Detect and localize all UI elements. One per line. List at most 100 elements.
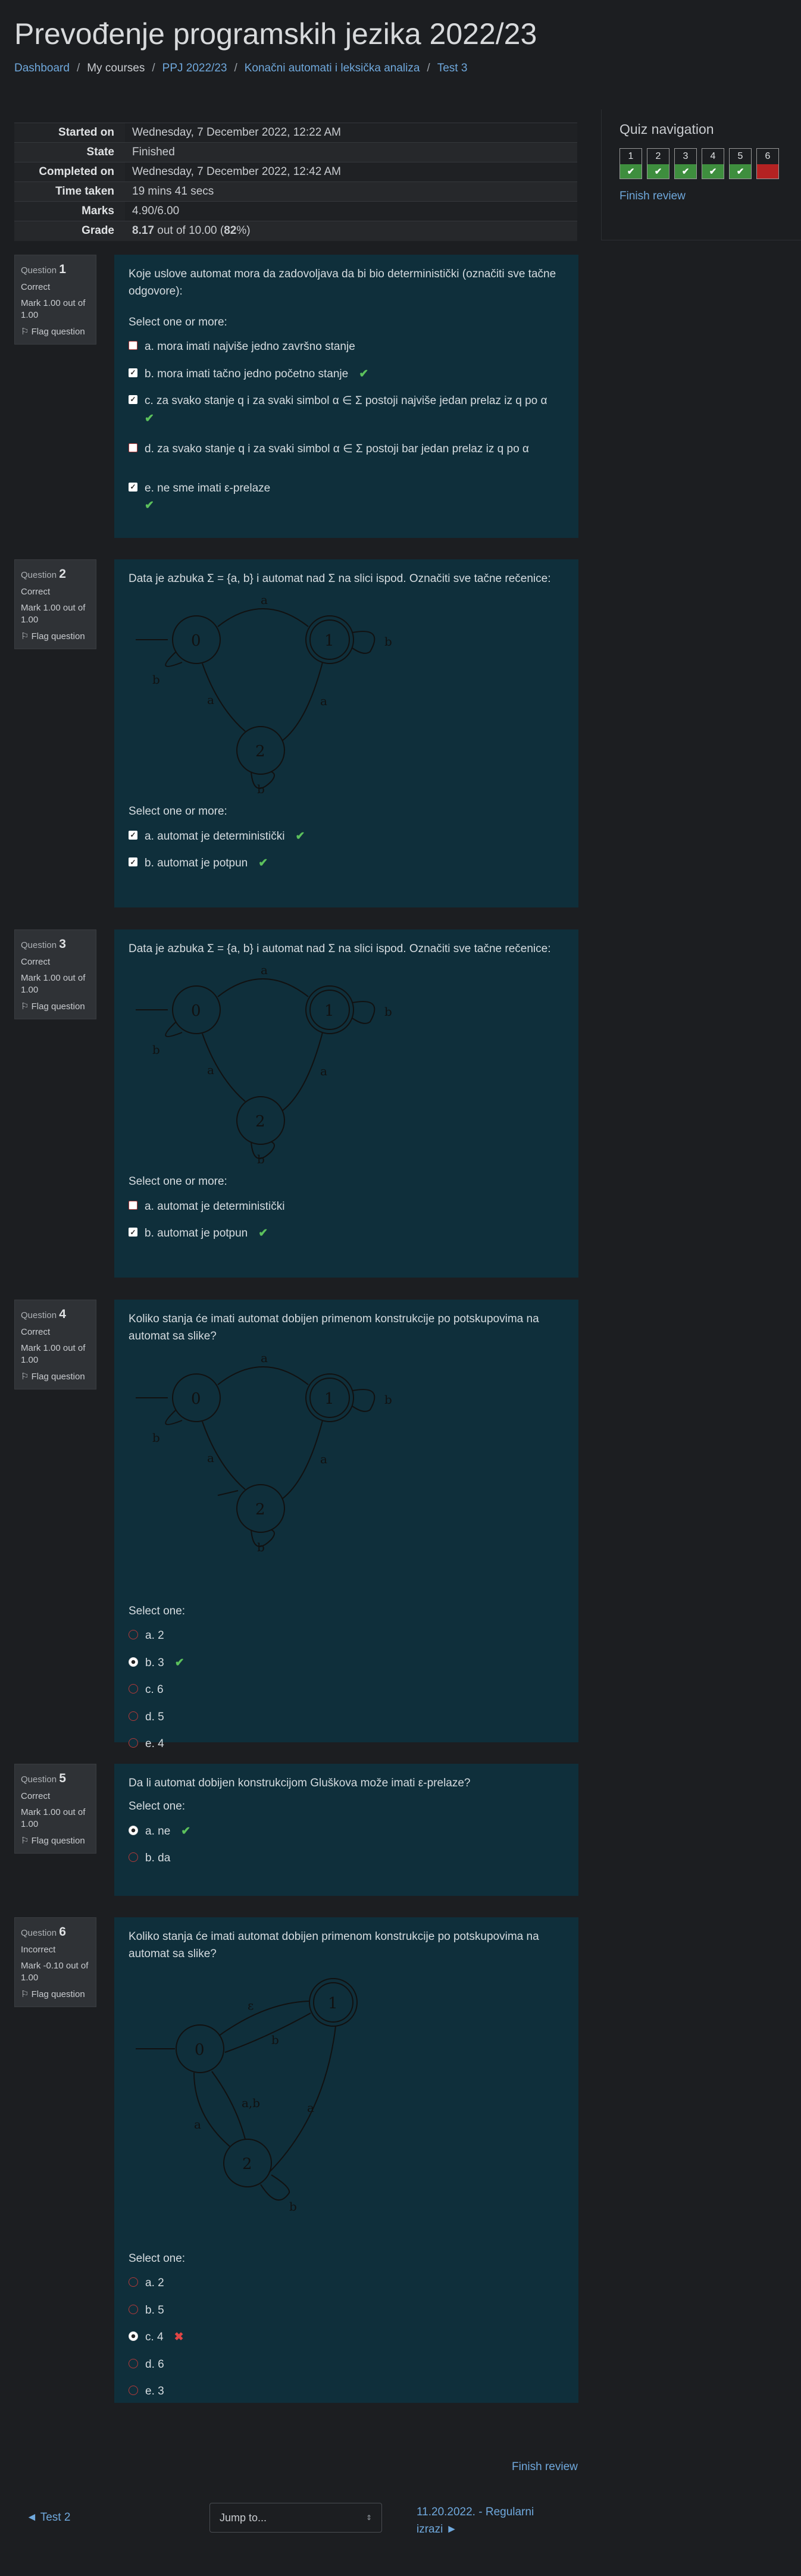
flag-question-button[interactable]: ⚐ Flag question xyxy=(21,326,90,338)
question-4: Koliko stanja će imati automat dobijen p… xyxy=(114,1300,578,1750)
flag-question-button[interactable]: ⚐ Flag question xyxy=(21,1989,90,2001)
answer-option[interactable]: a. 2 xyxy=(129,1627,564,1644)
quiz-nav-button-1[interactable]: 1 ✔ xyxy=(619,148,642,179)
answer-option[interactable]: b. 5 xyxy=(129,2302,564,2319)
answer-option[interactable]: b. 3 ✔ xyxy=(129,1654,564,1672)
quiz-nav-button-2[interactable]: 2 ✔ xyxy=(647,148,669,179)
answer-option[interactable]: a. mora imati najviše jedno završno stan… xyxy=(129,338,564,355)
radio-button[interactable] xyxy=(129,1630,138,1640)
question-state: Correct xyxy=(21,587,51,597)
radio-button[interactable] xyxy=(129,1738,138,1748)
checkbox[interactable]: ✓ xyxy=(129,830,137,840)
question-text: Data je azbuka Σ = {a, b} i automat nad … xyxy=(129,943,551,955)
checkbox[interactable]: ✓ xyxy=(129,1228,137,1237)
breadcrumb-section[interactable]: Konačni automati i leksička analiza xyxy=(245,62,420,74)
flag-question-button[interactable]: ⚐ Flag question xyxy=(21,1835,90,1847)
answer-option[interactable]: e. 4 xyxy=(129,1735,564,1752)
checkbox[interactable] xyxy=(129,341,137,350)
automaton-diagram: 0 1 2 a b b a a b xyxy=(136,1351,392,1554)
checkbox[interactable]: ✓ xyxy=(129,482,137,492)
quiz-nav-button-6[interactable]: 6 xyxy=(756,148,779,179)
answer-option[interactable]: a. 2 xyxy=(129,2274,564,2292)
summary-label: State xyxy=(14,142,125,162)
correct-icon: ✔ xyxy=(675,164,696,179)
flag-question-button[interactable]: ⚐ Flag question xyxy=(21,1001,90,1013)
correct-icon: ✔ xyxy=(620,164,642,179)
answer-option[interactable]: b. da xyxy=(129,1849,564,1867)
radio-button[interactable] xyxy=(129,2386,138,2396)
question-6: Koliko stanja će imati automat dobijen p… xyxy=(114,1917,578,2403)
summary-row: State Finished xyxy=(14,142,577,162)
question-mark: Mark -0.10 out of 1.00 xyxy=(21,1960,89,1983)
radio-button[interactable] xyxy=(129,2277,138,2287)
question-state: Correct xyxy=(21,957,51,968)
checkbox[interactable] xyxy=(129,443,137,453)
radio-button[interactable] xyxy=(129,1825,138,1835)
answer-option[interactable]: ✓ b. mora imati tačno jedno početno stanj… xyxy=(129,365,564,383)
quiz-nav-number: 5 xyxy=(737,151,743,161)
answer-option[interactable]: d. 6 xyxy=(129,2356,564,2373)
flag-question-button[interactable]: ⚐ Flag question xyxy=(21,631,90,643)
radio-button[interactable] xyxy=(129,2331,138,2342)
summary-label: Marks xyxy=(14,201,125,221)
question-text: Koliko stanja će imati automat dobijen p… xyxy=(129,1930,539,1961)
summary-row: Started on Wednesday, 7 December 2022, 12… xyxy=(14,123,577,143)
grade-percent: 82 xyxy=(224,224,237,237)
answer-option[interactable]: d. 5 xyxy=(129,1708,564,1726)
correct-icon: ✔ xyxy=(181,1824,191,1838)
edge-label: a xyxy=(320,1064,327,1078)
answer-option[interactable]: ✓ b. automat je potpun ✔ xyxy=(129,1225,564,1242)
edge-label: a xyxy=(194,2117,201,2131)
question-1: Koje uslove automat mora da zadovoljava … xyxy=(114,255,578,538)
previous-activity-link[interactable]: ◄ Test 2 xyxy=(26,2511,70,2524)
question-info-1: Question 1 Correct Mark 1.00 out of 1.00… xyxy=(14,255,96,345)
breadcrumb-dashboard[interactable]: Dashboard xyxy=(14,62,70,74)
answer-option[interactable]: a. ne ✔ xyxy=(129,1823,564,1840)
answer-option[interactable]: ✓ c. za svako stanje q i za svaki simbol … xyxy=(129,392,564,427)
checkbox[interactable] xyxy=(129,1200,137,1210)
question-prompt: Select one: xyxy=(129,1800,186,1813)
question-mark: Mark 1.00 out of 1.00 xyxy=(21,602,86,625)
answer-option[interactable]: e. 3 xyxy=(129,2383,564,2400)
next-activity-link[interactable]: 11.20.2022. - Regularni izrazi ► xyxy=(417,2504,536,2538)
finish-review-link-bottom[interactable]: Finish review xyxy=(512,2461,578,2474)
checkbox[interactable]: ✓ xyxy=(129,857,137,867)
summary-value: 4.90/6.00 xyxy=(125,201,577,221)
quiz-nav-button-3[interactable]: 3 ✔ xyxy=(674,148,697,179)
breadcrumb-test[interactable]: Test 3 xyxy=(437,62,468,74)
question-prompt: Select one or more: xyxy=(129,315,227,328)
quiz-nav-number: 2 xyxy=(655,151,661,161)
answer-option[interactable]: c. 6 xyxy=(129,1681,564,1698)
quiz-nav-button-4[interactable]: 4 ✔ xyxy=(702,148,724,179)
quiz-nav-number: 6 xyxy=(765,151,771,161)
radio-button[interactable] xyxy=(129,1711,138,1721)
answer-option[interactable]: d. za svako stanje q i za svaki simbol α… xyxy=(129,440,564,458)
radio-button[interactable] xyxy=(129,2358,138,2368)
radio-button[interactable] xyxy=(129,1657,138,1667)
flag-icon: ⚐ xyxy=(21,1001,29,1012)
state-0-label: 0 xyxy=(191,1002,201,1020)
finish-review-link[interactable]: Finish review xyxy=(619,190,783,203)
answer-option[interactable]: ✓ b. automat je potpun ✔ xyxy=(129,855,564,872)
radio-button[interactable] xyxy=(129,2304,138,2314)
checkbox[interactable]: ✓ xyxy=(129,368,137,377)
answer-option[interactable]: ✓ e. ne sme imati ε-prelaze ✔ xyxy=(129,480,564,515)
edge-label: b xyxy=(257,1152,265,1163)
jump-to-select[interactable]: Jump to... ⇕ xyxy=(209,2503,382,2533)
automaton-graph xyxy=(136,978,376,1160)
radio-button[interactable] xyxy=(129,1852,138,1863)
state-1-label: 1 xyxy=(324,632,334,650)
checkbox[interactable]: ✓ xyxy=(129,395,137,405)
correct-icon: ✔ xyxy=(258,1227,268,1240)
flag-question-button[interactable]: ⚐ Flag question xyxy=(21,1371,90,1383)
question-mark: Mark 1.00 out of 1.00 xyxy=(21,1807,86,1829)
answer-option[interactable]: a. automat je deterministički xyxy=(129,1198,564,1215)
answer-option[interactable]: ✓ a. automat je deterministički ✔ xyxy=(129,828,564,845)
edge-label: a xyxy=(261,593,268,607)
radio-button[interactable] xyxy=(129,1684,138,1694)
quiz-nav-button-5[interactable]: 5 ✔ xyxy=(729,148,752,179)
breadcrumb-course[interactable]: PPJ 2022/23 xyxy=(162,62,227,74)
answer-option[interactable]: c. 4 ✖ xyxy=(129,2328,564,2346)
question-prompt: Select one: xyxy=(129,1604,186,1617)
state-2-label: 2 xyxy=(255,743,265,760)
